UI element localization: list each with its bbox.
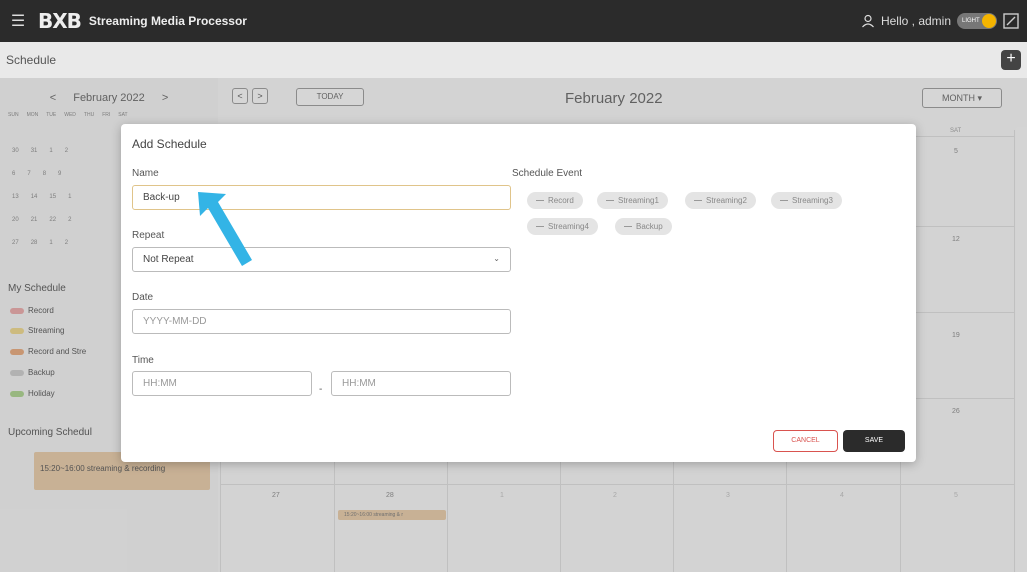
dash-icon [694, 200, 702, 202]
greeting-text: Hello , admin [880, 14, 951, 28]
brand-logo: BXB [38, 9, 82, 33]
name-input[interactable]: Back-up [132, 185, 511, 210]
top-bar: ☰ BXB Streaming Media Processor Hello , … [0, 0, 1027, 42]
event-chip-streaming3[interactable]: Streaming3 [771, 192, 842, 209]
name-label: Name [132, 168, 159, 179]
dialog-title: Add Schedule [132, 137, 207, 151]
add-schedule-button[interactable]: + [1001, 50, 1021, 70]
chip-label: Streaming2 [706, 196, 747, 205]
chip-label: Record [548, 196, 574, 205]
cancel-button[interactable]: CANCEL [773, 430, 838, 452]
app-title: Streaming Media Processor [88, 14, 247, 28]
theme-toggle[interactable]: LIGHT [957, 13, 997, 29]
event-chip-streaming2[interactable]: Streaming2 [685, 192, 756, 209]
dash-icon [536, 226, 544, 228]
chip-label: Streaming4 [548, 222, 589, 231]
toggle-knob [982, 14, 996, 28]
page-title: Schedule [6, 53, 57, 67]
chip-label: Streaming1 [618, 196, 659, 205]
event-chip-backup[interactable]: Backup [615, 218, 672, 235]
repeat-select[interactable]: Not Repeat ⌄ [132, 247, 511, 272]
dash-icon [780, 200, 788, 202]
theme-toggle-label: LIGHT [962, 18, 980, 24]
time-end-input[interactable]: HH:MM [331, 371, 511, 396]
time-label: Time [132, 355, 154, 366]
chip-label: Streaming3 [792, 196, 833, 205]
dash-icon [536, 200, 544, 202]
schedule-header: Schedule + [0, 42, 1027, 78]
save-button[interactable]: SAVE [843, 430, 905, 452]
date-label: Date [132, 292, 154, 303]
schedule-event-label: Schedule Event [512, 168, 583, 179]
chevron-down-icon: ⌄ [493, 254, 500, 263]
expand-icon[interactable] [1003, 13, 1019, 29]
time-start-input[interactable]: HH:MM [132, 371, 312, 396]
event-chip-record[interactable]: Record [527, 192, 583, 209]
chip-label: Backup [636, 222, 663, 231]
dash-icon [624, 226, 632, 228]
repeat-select-value: Not Repeat [143, 254, 194, 265]
event-chip-streaming4[interactable]: Streaming4 [527, 218, 598, 235]
hamburger-menu-icon[interactable]: ☰ [0, 0, 36, 42]
event-chip-streaming1[interactable]: Streaming1 [597, 192, 668, 209]
annotation-arrow-icon [198, 192, 252, 266]
add-schedule-dialog: Add Schedule Name Back-up Repeat Not Rep… [121, 124, 916, 462]
top-right-controls: Hello , admin LIGHT [861, 0, 1019, 42]
dash-icon [606, 200, 614, 202]
repeat-label: Repeat [132, 230, 165, 241]
date-input[interactable]: YYYY-MM-DD [132, 309, 511, 334]
user-icon[interactable] [861, 14, 875, 28]
time-separator: - [319, 384, 323, 395]
